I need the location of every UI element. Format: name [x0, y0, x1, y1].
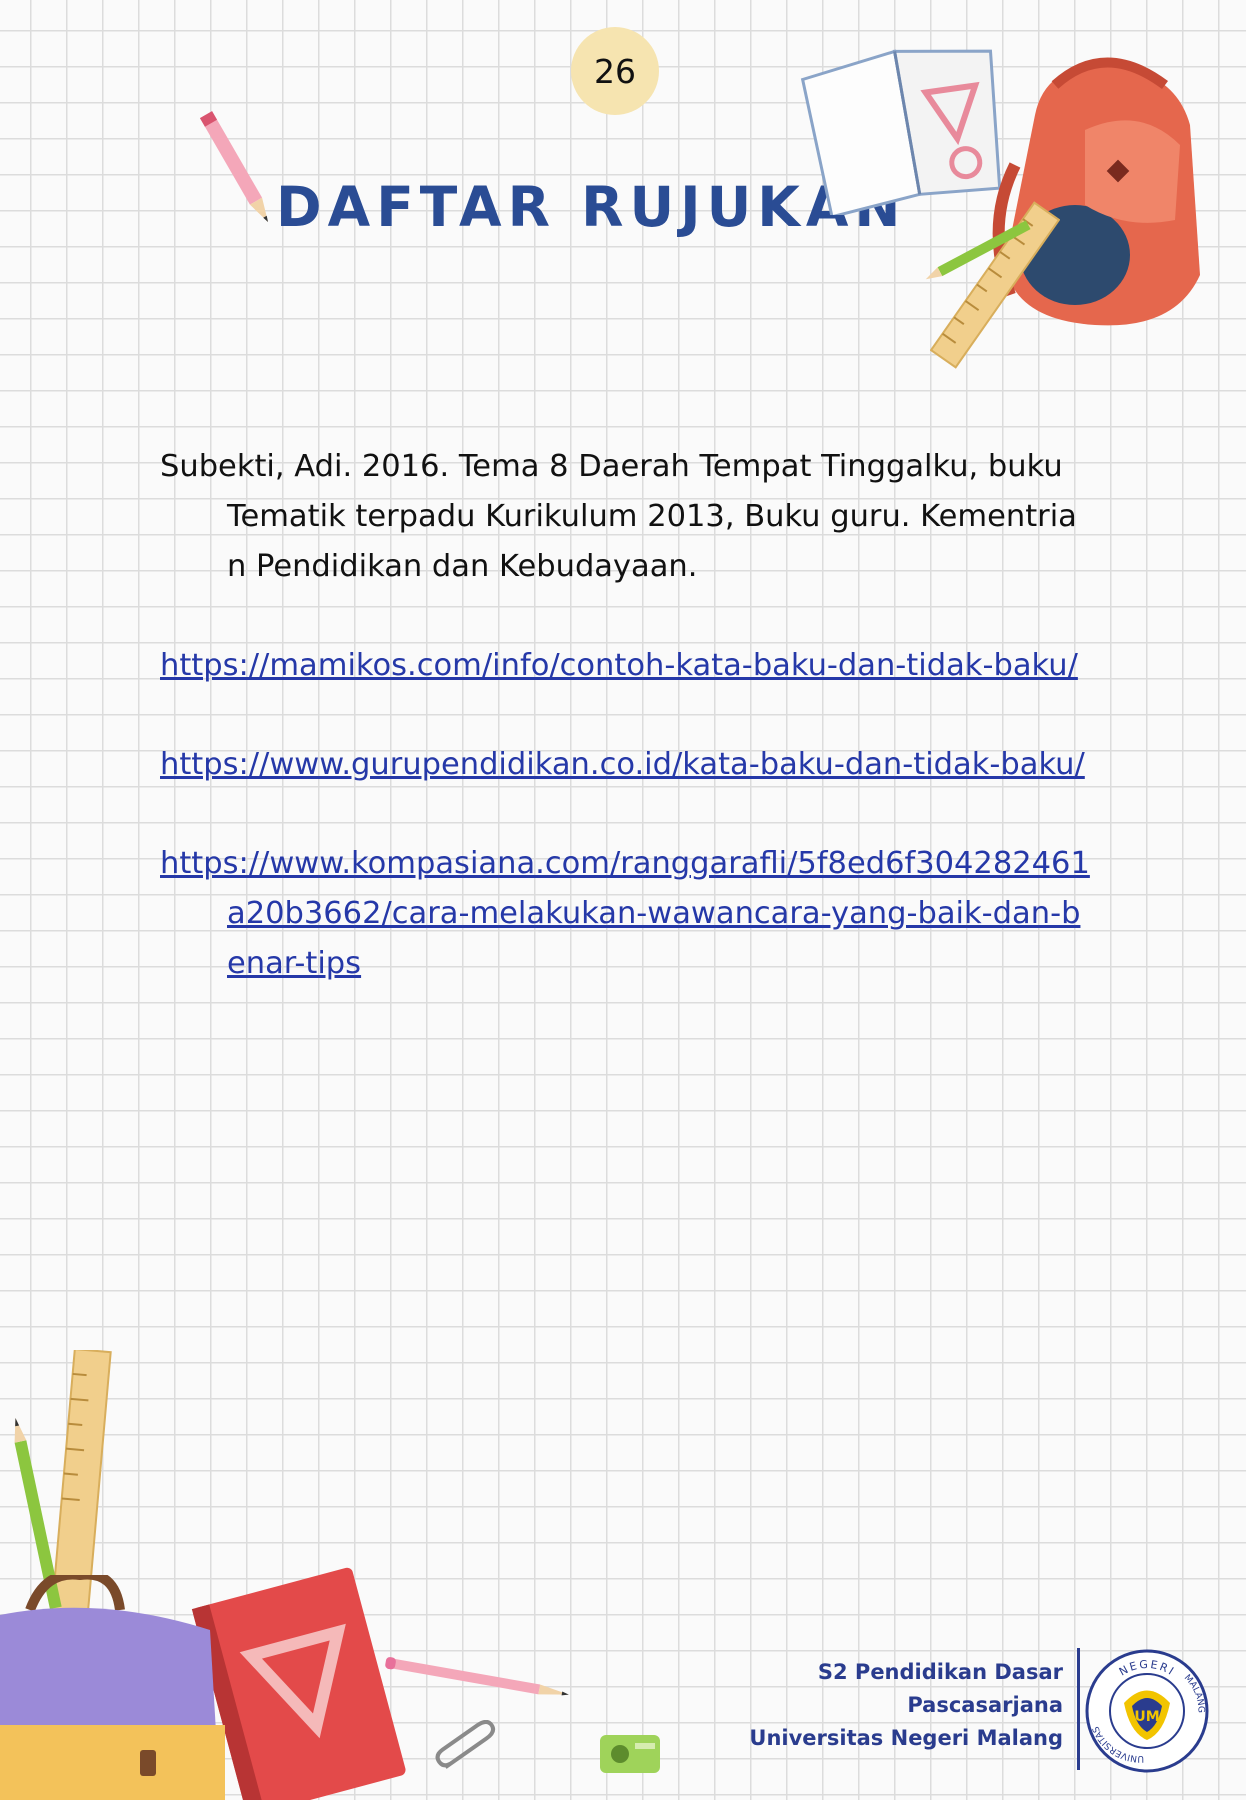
pencil-icon	[925, 220, 1031, 280]
footer-divider	[1077, 1648, 1080, 1770]
footer-program: S2 Pendidikan Dasar	[817, 1660, 1063, 1684]
reference-text: Subekti, Adi. 2016. Tema 8 Daerah Tempat…	[160, 449, 1077, 584]
university-seal-icon: NEGERI UNIVERSITAS MALANG UM	[1085, 1649, 1209, 1773]
reference-entry[interactable]: https://www.kompasiana.com/ranggarafli/5…	[160, 839, 1090, 989]
pencil-icon	[385, 1657, 569, 1696]
reference-entry[interactable]: https://mamikos.com/info/contoh-kata-bak…	[160, 641, 1090, 691]
footer-university: Universitas Negeri Malang	[749, 1726, 1063, 1750]
page-number-badge: 26	[571, 27, 659, 115]
reference-link[interactable]: https://www.kompasiana.com/ranggarafli/5…	[160, 846, 1090, 981]
footer-school: Pascasarjana	[907, 1693, 1063, 1717]
paperclip-icon	[435, 1720, 496, 1769]
svg-text:UM: UM	[1134, 1709, 1159, 1725]
sharpener-icon	[600, 1735, 660, 1773]
reference-entry: Subekti, Adi. 2016. Tema 8 Daerah Tempat…	[160, 442, 1090, 592]
footer-institution: S2 Pendidikan Dasar Pascasarjana Univers…	[749, 1656, 1063, 1755]
reference-entry[interactable]: https://www.gurupendidikan.co.id/kata-ba…	[160, 740, 1090, 790]
reference-link[interactable]: https://www.gurupendidikan.co.id/kata-ba…	[160, 747, 1085, 782]
reference-link[interactable]: https://mamikos.com/info/contoh-kata-bak…	[160, 648, 1078, 683]
reference-list: Subekti, Adi. 2016. Tema 8 Daerah Tempat…	[160, 442, 1090, 1038]
backpack-icon	[0, 1575, 225, 1800]
page-number: 26	[594, 51, 636, 91]
pencil-icon	[199, 111, 268, 222]
